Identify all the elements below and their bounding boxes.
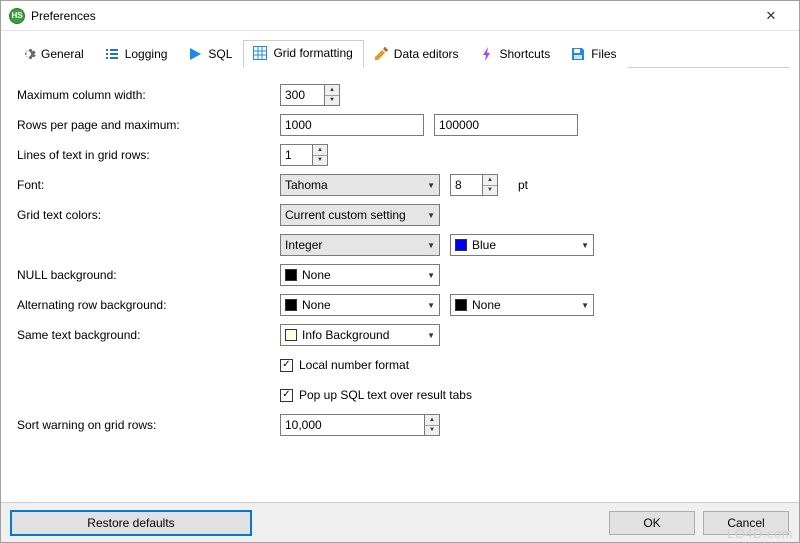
spinner-buttons[interactable]: ▲▼	[424, 414, 440, 436]
checkbox-box: ✓	[280, 389, 293, 402]
bolt-icon	[479, 46, 495, 62]
label-lines-of-text: Lines of text in grid rows:	[15, 148, 280, 162]
chevron-down-icon: ▼	[581, 301, 589, 310]
rows-per-page-input[interactable]	[280, 114, 424, 136]
alt-bg-1-select[interactable]: None ▼	[280, 294, 440, 316]
preferences-window: HS Preferences ✕ General Logging SQL Gri…	[0, 0, 800, 543]
select-value: Current custom setting	[285, 208, 406, 222]
lines-of-text-input[interactable]	[280, 144, 312, 166]
font-name-select[interactable]: Tahoma ▼	[280, 174, 440, 196]
select-value: Info Background	[302, 328, 389, 342]
color-swatch	[455, 299, 467, 311]
color-swatch	[285, 269, 297, 281]
rows-maximum-input[interactable]	[434, 114, 578, 136]
chevron-down-icon: ▼	[427, 211, 435, 220]
select-value: None	[302, 298, 331, 312]
form-area: Maximum column width: ▲▼ Rows per page a…	[11, 68, 789, 502]
tab-files[interactable]: Files	[561, 40, 627, 68]
alt-bg-2-select[interactable]: None ▼	[450, 294, 594, 316]
select-value: Tahoma	[285, 178, 328, 192]
tab-general[interactable]: General	[11, 40, 95, 68]
same-text-bg-select[interactable]: Info Background ▼	[280, 324, 440, 346]
label-rows-per-page: Rows per page and maximum:	[15, 118, 280, 132]
titlebar: HS Preferences ✕	[1, 1, 799, 31]
checkbox-box: ✓	[280, 359, 293, 372]
list-icon	[104, 46, 120, 62]
data-type-color-select[interactable]: Blue ▼	[450, 234, 594, 256]
chevron-down-icon: ▼	[427, 241, 435, 250]
chevron-down-icon: ▼	[427, 181, 435, 190]
max-col-width-spinner[interactable]: ▲▼	[280, 84, 340, 106]
app-icon: HS	[9, 8, 25, 24]
tab-data-editors[interactable]: Data editors	[364, 40, 470, 68]
popup-sql-checkbox[interactable]: ✓ Pop up SQL text over result tabs	[280, 388, 472, 402]
tab-grid-formatting[interactable]: Grid formatting	[243, 40, 363, 68]
label-font: Font:	[15, 178, 280, 192]
window-title: Preferences	[31, 9, 96, 23]
tab-label: Shortcuts	[500, 47, 551, 61]
label-same-text-bg: Same text background:	[15, 328, 280, 342]
select-value: Blue	[472, 238, 496, 252]
button-bar: Restore defaults OK Cancel	[1, 502, 799, 542]
color-swatch	[285, 329, 297, 341]
chevron-down-icon: ▼	[427, 271, 435, 280]
chevron-down-icon: ▼	[427, 331, 435, 340]
checkbox-label: Local number format	[299, 358, 409, 372]
lines-of-text-spinner[interactable]: ▲▼	[280, 144, 328, 166]
tab-label: SQL	[208, 47, 232, 61]
label-alternating: Alternating row background:	[15, 298, 280, 312]
font-size-spinner[interactable]: ▲▼	[450, 174, 498, 196]
save-icon	[570, 46, 586, 62]
label-null-bg: NULL background:	[15, 268, 280, 282]
grid-icon	[252, 45, 268, 61]
font-size-input[interactable]	[450, 174, 482, 196]
select-value: None	[472, 298, 501, 312]
tab-label: General	[41, 47, 84, 61]
color-swatch	[285, 299, 297, 311]
label-grid-text-colors: Grid text colors:	[15, 208, 280, 222]
spinner-buttons[interactable]: ▲▼	[312, 144, 328, 166]
content-area: General Logging SQL Grid formatting Data…	[1, 31, 799, 502]
tab-sql[interactable]: SQL	[178, 40, 243, 68]
select-value: None	[302, 268, 331, 282]
color-swatch	[455, 239, 467, 251]
tab-label: Logging	[125, 47, 168, 61]
spinner-buttons[interactable]: ▲▼	[324, 84, 340, 106]
spinner-buttons[interactable]: ▲▼	[482, 174, 498, 196]
select-value: Integer	[285, 238, 322, 252]
label-max-col-width: Maximum column width:	[15, 88, 280, 102]
watermark: LO4D.com	[727, 526, 793, 541]
close-button[interactable]: ✕	[751, 8, 791, 24]
data-type-select[interactable]: Integer ▼	[280, 234, 440, 256]
label-sort-warning: Sort warning on grid rows:	[15, 418, 280, 432]
ok-button[interactable]: OK	[609, 511, 695, 535]
tab-label: Data editors	[394, 47, 459, 61]
null-bg-select[interactable]: None ▼	[280, 264, 440, 286]
text-color-mode-select[interactable]: Current custom setting ▼	[280, 204, 440, 226]
sort-warning-input[interactable]	[280, 414, 424, 436]
checkbox-label: Pop up SQL text over result tabs	[299, 388, 472, 402]
tab-label: Grid formatting	[273, 46, 352, 60]
unit-pt: pt	[518, 178, 528, 192]
chevron-down-icon: ▼	[427, 301, 435, 310]
sort-warning-spinner[interactable]: ▲▼	[280, 414, 440, 436]
chevron-down-icon: ▼	[581, 241, 589, 250]
play-icon	[187, 46, 203, 62]
gear-icon	[20, 46, 36, 62]
local-number-format-checkbox[interactable]: ✓ Local number format	[280, 358, 409, 372]
max-col-width-input[interactable]	[280, 84, 324, 106]
tab-shortcuts[interactable]: Shortcuts	[470, 40, 562, 68]
restore-defaults-button[interactable]: Restore defaults	[11, 511, 251, 535]
tab-label: Files	[591, 47, 616, 61]
tabstrip: General Logging SQL Grid formatting Data…	[11, 39, 789, 68]
tab-logging[interactable]: Logging	[95, 40, 179, 68]
pencil-icon	[373, 46, 389, 62]
